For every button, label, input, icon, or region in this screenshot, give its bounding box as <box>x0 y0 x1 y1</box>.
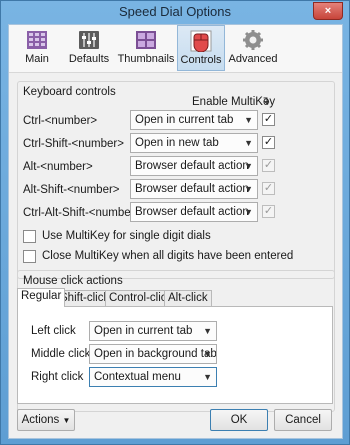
tab-regular[interactable]: Regular <box>17 288 66 307</box>
key-action-alt-select[interactable]: Browser default action ▼ <box>130 156 258 176</box>
right-click-select[interactable]: Contextual menu ▼ <box>89 367 217 387</box>
chevron-down-icon: ▼ <box>203 326 212 336</box>
left-click-label: Left click <box>31 325 76 337</box>
multikey-ctrl-shift-checkbox[interactable]: ✓ <box>262 136 275 149</box>
actions-button[interactable]: Actions ▼ <box>17 409 75 431</box>
tab-thumbnails-label: Thumbnails <box>117 53 175 65</box>
mouse-tab-panel: Left click Open in current tab ▼ Middle c… <box>17 306 333 404</box>
right-click-label: Right click <box>31 371 84 383</box>
left-click-value: Open in current tab <box>94 325 193 337</box>
close-button[interactable]: × <box>313 2 343 20</box>
multikey-ctrl-checkbox[interactable]: ✓ <box>262 113 275 126</box>
key-label-alt-shift: Alt-Shift-<number> <box>23 184 120 196</box>
chevron-down-icon: ▼ <box>62 416 71 425</box>
tab-controls-label: Controls <box>180 54 222 66</box>
single-digit-multikey-label: Use MultiKey for single digit dials <box>42 230 211 242</box>
toolbar: Main Defaults Thumbnails Controls Advanc… <box>9 25 342 73</box>
key-label-ctrl: Ctrl-<number> <box>23 115 98 127</box>
mouse-actions-title: Mouse click actions <box>23 275 123 287</box>
right-click-value: Contextual menu <box>94 371 181 383</box>
multikey-alt-shift-checkbox[interactable]: ✓ <box>262 182 275 195</box>
tab-alt-click[interactable]: Alt-click <box>164 290 212 306</box>
mouse-icon <box>190 30 212 52</box>
key-action-ctrl-select[interactable]: Open in current tab ▼ <box>130 110 258 130</box>
multikey-alt-checkbox[interactable]: ✓ <box>262 159 275 172</box>
arrow-down-icon: ↴ <box>261 95 271 107</box>
key-action-ctrl-alt-shift-select[interactable]: Browser default action ▼ <box>130 202 258 222</box>
tab-thumbnails[interactable]: Thumbnails <box>117 25 175 71</box>
tab-defaults[interactable]: Defaults <box>65 25 113 71</box>
chevron-down-icon: ▼ <box>244 138 253 148</box>
tab-main-label: Main <box>25 53 49 65</box>
key-action-alt-shift-select[interactable]: Browser default action ▼ <box>130 179 258 199</box>
options-window: Speed Dial Options × Main Defaults Thumb… <box>0 0 350 445</box>
tab-defaults-label: Defaults <box>68 53 110 65</box>
window-client: Main Defaults Thumbnails Controls Advanc… <box>8 24 343 439</box>
keyboard-controls-title: Keyboard controls <box>23 86 116 98</box>
key-label-alt: Alt-<number> <box>23 161 93 173</box>
key-label-ctrl-alt-shift: Ctrl-Alt-Shift-<number> <box>23 207 142 219</box>
chevron-down-icon: ▼ <box>244 207 253 217</box>
chevron-down-icon: ▼ <box>203 372 212 382</box>
chevron-down-icon: ▼ <box>203 349 212 359</box>
middle-click-value: Open in background tab <box>94 348 217 360</box>
left-click-select[interactable]: Open in current tab ▼ <box>89 321 217 341</box>
key-action-ctrl-alt-shift-value: Browser default action <box>135 206 249 218</box>
middle-click-label: Middle click <box>31 348 91 360</box>
window-title: Speed Dial Options <box>118 4 231 19</box>
sliders-icon <box>79 31 99 49</box>
ok-button[interactable]: OK <box>210 409 268 431</box>
key-action-alt-shift-value: Browser default action <box>135 183 249 195</box>
middle-click-select[interactable]: Open in background tab ▼ <box>89 344 217 364</box>
multikey-ctrl-alt-shift-checkbox[interactable]: ✓ <box>262 205 275 218</box>
single-digit-multikey-checkbox[interactable] <box>23 230 36 243</box>
tab-controls[interactable]: Controls <box>177 25 225 71</box>
close-multikey-checkbox[interactable] <box>23 250 36 263</box>
key-label-ctrl-shift: Ctrl-Shift-<number> <box>23 138 124 150</box>
tab-main[interactable]: Main <box>17 25 57 71</box>
key-action-ctrl-shift-value: Open in new tab <box>135 137 219 149</box>
key-action-alt-value: Browser default action <box>135 160 249 172</box>
grid-icon <box>27 31 47 49</box>
tab-advanced[interactable]: Advanced <box>227 25 279 71</box>
key-action-ctrl-value: Open in current tab <box>135 114 234 126</box>
gear-icon <box>243 30 263 50</box>
cancel-button[interactable]: Cancel <box>274 409 332 431</box>
thumbnails-icon <box>136 31 156 49</box>
close-multikey-label: Close MultiKey when all digits have been… <box>42 250 294 262</box>
chevron-down-icon: ▼ <box>244 184 253 194</box>
actions-button-label: Actions <box>21 414 60 426</box>
tab-advanced-label: Advanced <box>228 53 278 65</box>
chevron-down-icon: ▼ <box>244 161 253 171</box>
key-action-ctrl-shift-select[interactable]: Open in new tab ▼ <box>130 133 258 153</box>
chevron-down-icon: ▼ <box>244 115 253 125</box>
